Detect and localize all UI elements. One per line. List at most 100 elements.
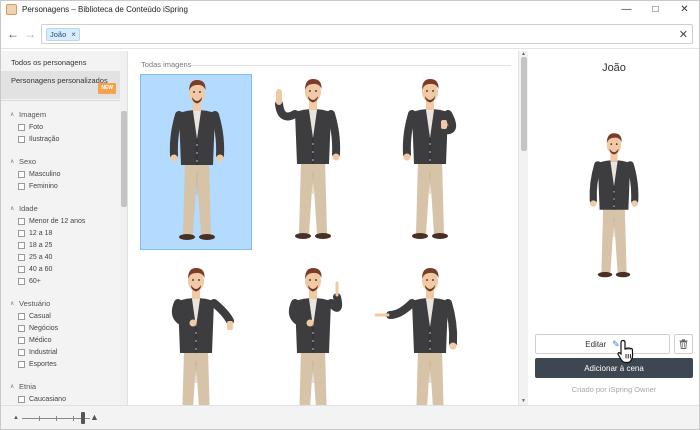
window-controls: — □ ✕ <box>612 1 699 18</box>
checkbox[interactable] <box>18 266 25 273</box>
checkbox[interactable] <box>18 171 25 178</box>
checkbox[interactable] <box>18 337 25 344</box>
scroll-thumb[interactable] <box>521 57 527 151</box>
scroll-thumb[interactable] <box>121 111 127 207</box>
character-tile[interactable] <box>374 74 486 250</box>
image-gallery: Todas imagens <box>129 51 518 405</box>
scroll-down-icon[interactable]: ▼ <box>521 398 526 404</box>
chevron-up-icon[interactable]: ∧ <box>10 383 16 390</box>
sidebar-item-label: Personagens personalizados <box>11 76 108 85</box>
zoom-in-icon[interactable]: ▲ <box>90 412 99 422</box>
filter-group-heading[interactable]: ∧ Etnia <box>10 382 36 391</box>
search-bar-row: ← → João × ✕ <box>1 20 699 49</box>
checkbox[interactable] <box>18 183 25 190</box>
filter-checkbox-option[interactable]: 25 a 40 <box>18 254 52 261</box>
filter-group-label: Sexo <box>19 157 37 166</box>
checkbox[interactable] <box>18 278 25 285</box>
filter-option-label: 18 a 25 <box>29 242 53 249</box>
chip-label: João <box>50 29 67 39</box>
filter-checkbox-option[interactable]: Industrial <box>18 349 57 356</box>
add-to-scene-button[interactable]: Adicionar à cena <box>535 358 693 378</box>
filter-checkbox-option[interactable]: 40 a 60 <box>18 266 52 273</box>
minimize-icon[interactable]: — <box>612 1 641 18</box>
edit-button[interactable]: Editar ✎ <box>535 334 670 354</box>
chevron-up-icon[interactable]: ∧ <box>10 158 16 165</box>
filter-option-label: Esportes <box>29 361 57 368</box>
filter-group-heading[interactable]: ∧ Imagem <box>10 110 46 119</box>
zoom-bar: ▲ ▲ <box>1 405 699 429</box>
section-label: Todas imagens <box>141 60 192 69</box>
filter-option-label: 25 a 40 <box>29 254 53 261</box>
filter-group-label: Imagem <box>19 110 47 119</box>
chip-remove-icon[interactable]: × <box>71 30 76 39</box>
filter-checkbox-option[interactable]: Negócios <box>18 325 58 332</box>
chevron-up-icon[interactable]: ∧ <box>10 205 16 212</box>
zoom-out-icon[interactable]: ▲ <box>13 415 19 421</box>
character-illustration <box>169 80 225 240</box>
checkbox[interactable] <box>18 218 25 225</box>
zoom-tick <box>39 416 40 421</box>
filter-checkbox-option[interactable]: Feminino <box>18 183 58 190</box>
filter-group-label: Idade <box>19 204 38 213</box>
filter-checkbox-option[interactable]: Menor de 12 anos <box>18 218 85 225</box>
character-tile[interactable] <box>140 74 252 250</box>
zoom-tick <box>73 416 74 421</box>
chevron-up-icon[interactable]: ∧ <box>10 300 16 307</box>
character-tile[interactable] <box>140 263 252 405</box>
delete-button[interactable] <box>674 334 693 354</box>
checkbox[interactable] <box>18 230 25 237</box>
forward-arrow-icon[interactable]: → <box>22 26 38 42</box>
filter-checkbox-option[interactable]: 18 a 25 <box>18 242 52 249</box>
checkbox[interactable] <box>18 124 25 131</box>
character-illustration <box>275 79 341 239</box>
filter-checkbox-option[interactable]: Caucasiano <box>18 396 66 403</box>
filter-checkbox-option[interactable]: Masculino <box>18 171 61 178</box>
filter-option-label: Menor de 12 anos <box>29 218 86 225</box>
search-input[interactable]: João × ✕ <box>41 24 693 44</box>
sidebar-item-all-characters[interactable]: Todos os personagens <box>1 58 120 67</box>
filter-checkbox-option[interactable]: Ilustração <box>18 136 59 143</box>
close-icon[interactable]: ✕ <box>670 1 699 18</box>
character-tile[interactable] <box>257 74 369 250</box>
gallery-scrollbar[interactable]: ▲ ▼ <box>518 51 528 405</box>
checkbox[interactable] <box>18 242 25 249</box>
back-arrow-icon[interactable]: ← <box>5 26 21 42</box>
sidebar-item-custom-characters[interactable]: Personagens personalizados NEW <box>1 71 120 99</box>
checkbox[interactable] <box>18 254 25 261</box>
checkbox[interactable] <box>18 349 25 356</box>
search-filter-chip[interactable]: João × <box>46 27 80 41</box>
filter-option-label: Ilustração <box>29 136 60 143</box>
character-illustration <box>589 133 639 278</box>
filter-group-heading[interactable]: ∧ Vestuário <box>10 299 50 308</box>
filter-option-label: Casual <box>29 313 51 320</box>
character-tile[interactable] <box>374 263 486 405</box>
character-illustration <box>374 268 458 405</box>
filter-group-label: Vestuário <box>19 299 51 308</box>
checkbox[interactable] <box>18 361 25 368</box>
filter-group-label: Etnia <box>19 382 37 391</box>
filter-checkbox-option[interactable]: 60+ <box>18 278 41 285</box>
chevron-up-icon[interactable]: ∧ <box>10 111 16 118</box>
filter-checkbox-option[interactable]: Casual <box>18 313 51 320</box>
filter-checkbox-option[interactable]: Médico <box>18 337 52 344</box>
character-tile[interactable] <box>257 263 369 405</box>
filter-group-heading[interactable]: ∧ Idade <box>10 204 38 213</box>
character-illustration <box>402 79 457 239</box>
clear-search-icon[interactable]: ✕ <box>679 28 688 41</box>
character-illustration <box>171 268 234 405</box>
filter-checkbox-option[interactable]: 12 a 18 <box>18 230 52 237</box>
checkbox[interactable] <box>18 325 25 332</box>
window-title: Personagens – Biblioteca de Conteúdo iSp… <box>22 5 188 14</box>
created-by-text: Criado por iSpring Owner <box>571 385 657 394</box>
checkbox[interactable] <box>18 136 25 143</box>
zoom-slider-thumb[interactable] <box>81 412 86 424</box>
app-icon <box>6 4 17 15</box>
sidebar-scrollbar[interactable] <box>120 51 127 405</box>
character-name: João <box>602 62 626 74</box>
filter-checkbox-option[interactable]: Esportes <box>18 361 57 368</box>
filter-checkbox-option[interactable]: Foto <box>18 124 43 131</box>
filter-group-heading[interactable]: ∧ Sexo <box>10 157 36 166</box>
maximize-icon[interactable]: □ <box>641 1 670 18</box>
checkbox[interactable] <box>18 313 25 320</box>
checkbox[interactable] <box>18 396 25 403</box>
